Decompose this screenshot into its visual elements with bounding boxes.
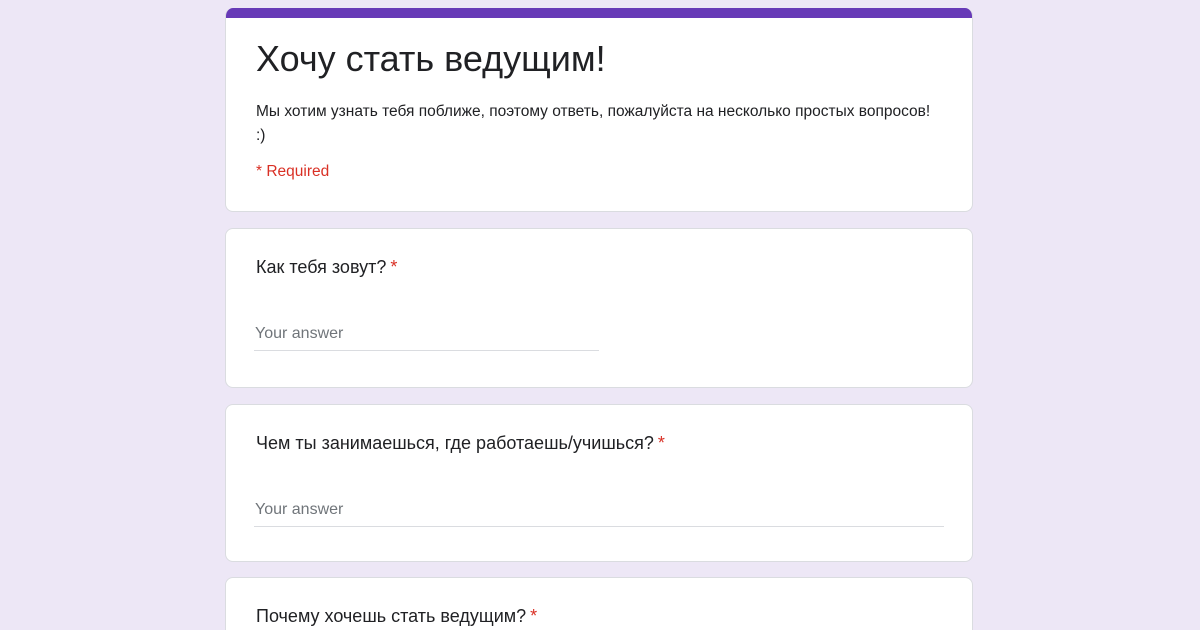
answer-input-name[interactable]	[254, 317, 599, 351]
question-title-text: Почему хочешь стать ведущим?	[256, 606, 527, 626]
question-title: Чем ты занимаешься, где работаешь/учишьс…	[256, 433, 665, 454]
form-page: Хочу стать ведущим! Мы хотим узнать тебя…	[0, 0, 1200, 630]
question-card-motivation: Почему хочешь стать ведущим? *	[225, 577, 973, 630]
required-asterisk: *	[530, 606, 538, 626]
question-title: Почему хочешь стать ведущим? *	[256, 606, 537, 627]
question-card-name: Как тебя зовут? *	[225, 228, 973, 388]
form-description: Мы хотим узнать тебя поближе, поэтому от…	[256, 103, 931, 144]
form-title: Хочу стать ведущим!	[256, 38, 606, 79]
required-note: * Required	[256, 163, 330, 180]
question-title: Как тебя зовут? *	[256, 257, 397, 278]
form-accent-bar	[226, 8, 972, 18]
question-card-occupation: Чем ты занимаешься, где работаешь/учишьс…	[225, 404, 973, 562]
required-asterisk: *	[657, 433, 665, 453]
form-header-card: Хочу стать ведущим! Мы хотим узнать тебя…	[225, 8, 973, 212]
required-asterisk: *	[390, 257, 398, 277]
question-title-text: Как тебя зовут?	[256, 257, 387, 277]
question-title-text: Чем ты занимаешься, где работаешь/учишьс…	[256, 433, 654, 453]
answer-input-occupation[interactable]	[254, 493, 944, 527]
